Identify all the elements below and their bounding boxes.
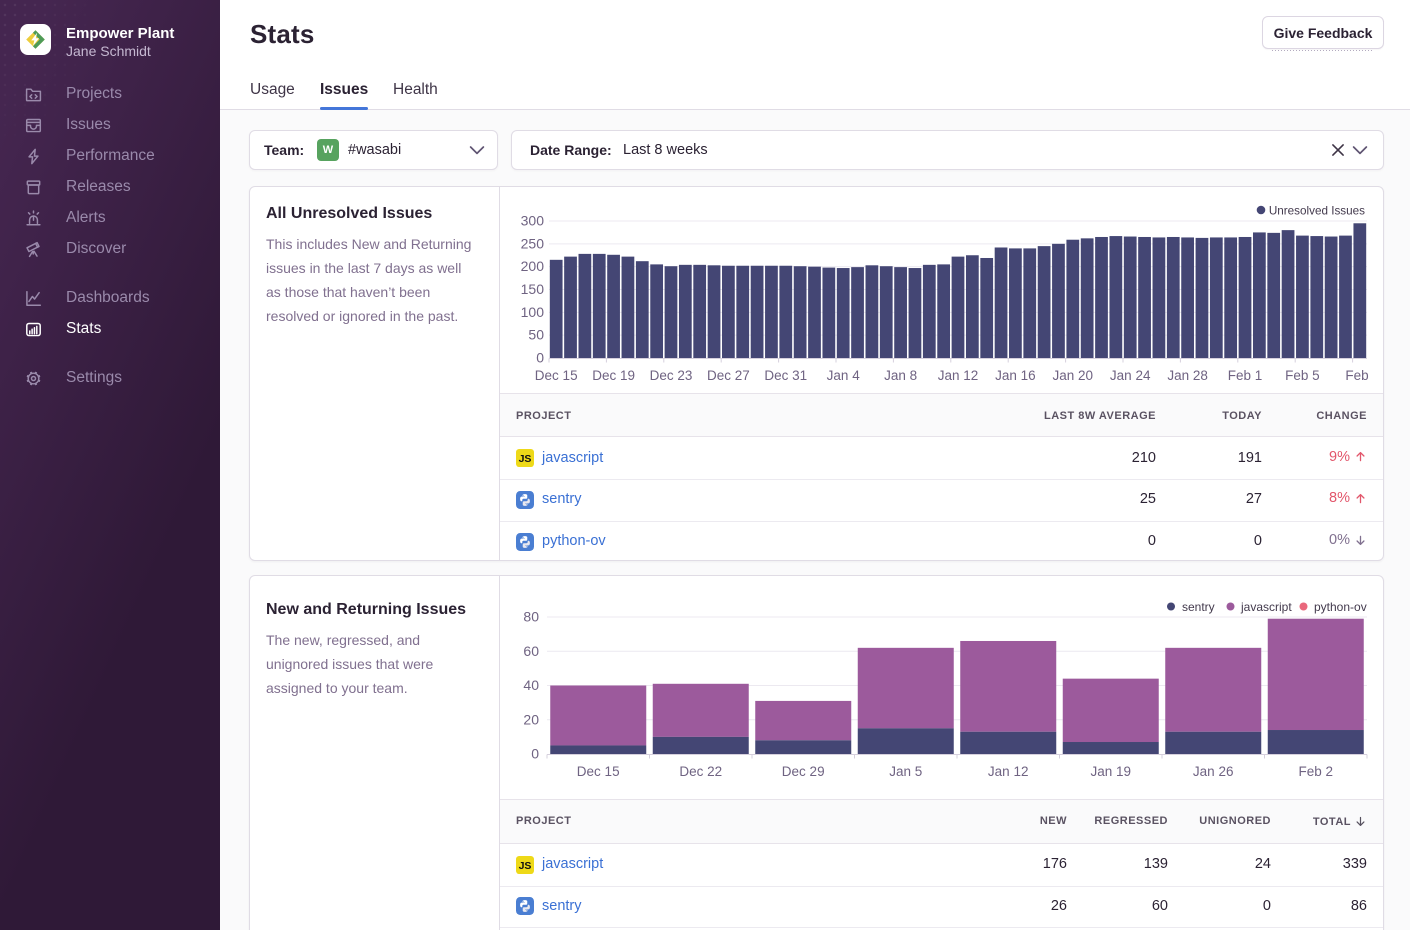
svg-text:JS: JS [519, 453, 532, 465]
svg-text:Jan 8: Jan 8 [884, 368, 917, 383]
svg-text:60: 60 [523, 643, 539, 659]
svg-text:Jan 12: Jan 12 [988, 764, 1029, 779]
svg-text:Dec 27: Dec 27 [707, 368, 750, 383]
svg-text:Dec 23: Dec 23 [650, 368, 693, 383]
svg-text:Dec 31: Dec 31 [764, 368, 807, 383]
svg-text:Dec 19: Dec 19 [592, 368, 635, 383]
svg-text:20: 20 [523, 711, 539, 727]
svg-text:sentry: sentry [1182, 600, 1215, 614]
svg-text:80: 80 [523, 609, 539, 625]
svg-text:100: 100 [521, 304, 545, 320]
svg-text:Unresolved Issues: Unresolved Issues [1269, 205, 1365, 218]
svg-text:Dec 15: Dec 15 [577, 764, 620, 779]
svg-text:Jan 12: Jan 12 [938, 368, 979, 383]
svg-text:Feb 5: Feb 5 [1285, 368, 1320, 383]
svg-text:Dec 22: Dec 22 [679, 764, 722, 779]
svg-text:javascript: javascript [1240, 600, 1292, 614]
svg-text:Jan 5: Jan 5 [889, 764, 922, 779]
svg-text:python-ov: python-ov [1314, 600, 1367, 614]
svg-text:40: 40 [523, 677, 539, 693]
svg-text:Jan 4: Jan 4 [827, 368, 861, 383]
svg-text:Jan 26: Jan 26 [1193, 764, 1234, 779]
svg-text:250: 250 [521, 235, 545, 251]
svg-text:150: 150 [521, 281, 545, 297]
svg-text:Jan 16: Jan 16 [995, 368, 1036, 383]
svg-text:Feb 1: Feb 1 [1228, 368, 1263, 383]
svg-text:0: 0 [531, 746, 539, 762]
svg-text:Feb: Feb [1345, 368, 1368, 383]
svg-text:Feb 2: Feb 2 [1299, 764, 1334, 779]
svg-text:Dec 29: Dec 29 [782, 764, 825, 779]
svg-text:0: 0 [536, 350, 544, 366]
svg-text:Jan 19: Jan 19 [1091, 764, 1132, 779]
svg-text:50: 50 [528, 327, 544, 343]
svg-text:200: 200 [521, 258, 545, 274]
svg-text:Jan 28: Jan 28 [1167, 368, 1208, 383]
svg-text:Jan 24: Jan 24 [1110, 368, 1151, 383]
svg-text:JS: JS [519, 860, 532, 872]
svg-text:Dec 15: Dec 15 [535, 368, 578, 383]
svg-text:300: 300 [521, 213, 545, 229]
svg-text:Jan 20: Jan 20 [1053, 368, 1094, 383]
